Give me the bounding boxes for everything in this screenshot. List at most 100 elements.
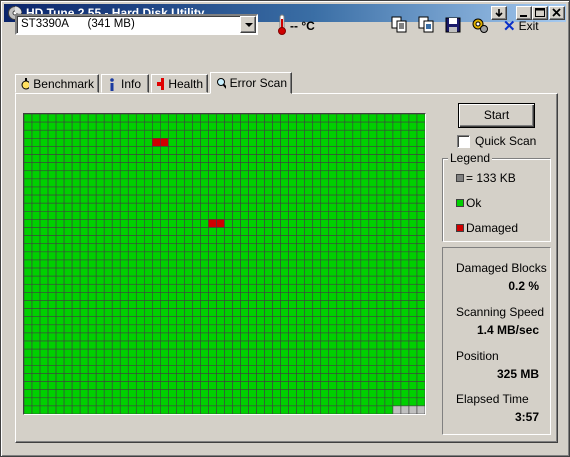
scan-block-ok	[119, 389, 129, 399]
scan-block-ok	[63, 316, 73, 326]
scan-block-ok	[144, 162, 153, 172]
scan-block-ok	[160, 227, 169, 236]
scan-block-ok	[280, 227, 289, 236]
damaged-blocks-label: Damaged Blocks	[456, 261, 547, 275]
scan-block-ok	[71, 194, 81, 204]
scan-block-ok	[344, 162, 354, 172]
scan-block-ok	[200, 219, 209, 228]
quick-scan-checkbox[interactable]	[457, 134, 470, 148]
tab-info[interactable]: Info	[101, 74, 149, 93]
scan-block-ok	[248, 332, 257, 342]
drive-select[interactable]: ST3390A (341 MB)	[15, 14, 258, 35]
scan-block-ok	[344, 300, 354, 309]
scan-block-ok	[176, 146, 185, 155]
quick-scan-option[interactable]: Quick Scan	[457, 134, 536, 148]
scan-block-ok	[296, 283, 305, 293]
scan-block-ok	[39, 227, 49, 236]
scan-block-ok	[320, 283, 330, 293]
scan-block-ok	[344, 235, 354, 245]
scan-block-ok	[256, 373, 265, 382]
scan-block-ok	[135, 170, 145, 180]
scan-block-ok	[336, 267, 346, 277]
scan-block-ok	[256, 202, 265, 212]
scan-block-ok	[240, 259, 249, 269]
scan-block-ok	[216, 397, 225, 407]
scan-block-ok	[192, 146, 201, 155]
scan-block-ok	[264, 381, 273, 390]
scan-block-ok	[272, 121, 281, 131]
copy-text-icon[interactable]	[389, 15, 409, 35]
scan-block-ok	[31, 178, 41, 188]
scan-block-ok	[304, 405, 314, 414]
scan-block-ok	[304, 316, 314, 326]
scan-block-ok	[416, 267, 425, 277]
tab-health[interactable]: Health	[151, 74, 208, 93]
scan-block-ok	[288, 251, 297, 261]
scan-block-ok	[127, 186, 137, 196]
scan-block-ok	[360, 283, 370, 293]
scan-block-ok	[248, 292, 257, 301]
scan-block-ok	[256, 121, 265, 131]
scan-block-ok	[95, 202, 105, 212]
scan-block-ok	[360, 154, 370, 163]
save-icon[interactable]	[443, 15, 463, 35]
scan-block-ok	[344, 259, 354, 269]
scan-block-ok	[352, 121, 362, 131]
scan-block-ok	[256, 170, 265, 180]
scan-block-ok	[79, 259, 89, 269]
scan-block-ok	[296, 178, 305, 188]
scan-block-ok	[39, 324, 49, 334]
elapsed-time-value: 3:57	[514, 410, 539, 424]
scan-block-ok	[360, 186, 370, 196]
options-icon[interactable]	[470, 15, 490, 35]
scan-block-ok	[352, 348, 362, 358]
scan-block-ok	[360, 227, 370, 236]
scan-block-ok	[184, 308, 193, 317]
scan-block-ok	[144, 146, 153, 155]
scan-block-ok	[71, 332, 81, 342]
scan-block-ok	[400, 283, 410, 293]
scan-block-ok	[248, 186, 257, 196]
scan-block-ok	[256, 300, 265, 309]
scan-block-ok	[24, 170, 33, 180]
copy-screenshot-icon[interactable]	[416, 15, 436, 35]
tab-benchmark[interactable]: Benchmark	[15, 74, 99, 93]
scan-block-ok	[248, 283, 257, 293]
scan-block-ok	[304, 186, 314, 196]
scan-block-ok	[408, 121, 418, 131]
tab-error-scan[interactable]: Error Scan	[210, 72, 292, 94]
scan-block-ok	[264, 300, 273, 309]
scan-block-ok	[272, 154, 281, 163]
scan-block-ok	[336, 316, 346, 326]
scan-block-ok	[87, 356, 97, 366]
scan-block-ok	[144, 219, 153, 228]
scan-block-ok	[312, 227, 322, 236]
scan-block-ok	[39, 170, 49, 180]
scan-block-ok	[160, 121, 169, 131]
dropdown-arrow-icon[interactable]	[240, 16, 256, 33]
scan-block-ok	[344, 211, 354, 220]
scan-block-ok	[304, 146, 314, 155]
scan-block-ok	[216, 381, 225, 390]
scan-block-ok	[400, 324, 410, 334]
close-button[interactable]	[549, 6, 565, 20]
scan-block-ok	[392, 211, 402, 220]
scan-block-ok	[320, 397, 330, 407]
scan-block-ok	[232, 259, 241, 269]
scan-block-ok	[400, 259, 410, 269]
scan-block-ok	[135, 202, 145, 212]
scan-block-ok	[224, 365, 233, 374]
scan-block-ok	[184, 324, 193, 334]
scan-block-ok	[176, 162, 185, 172]
legend-damaged-label: Damaged	[466, 221, 519, 235]
scan-block-ok	[408, 146, 418, 155]
scan-block-ok	[392, 194, 402, 204]
scan-block-ok	[408, 292, 418, 301]
scan-block-ok	[184, 365, 193, 374]
scan-block-ok	[160, 170, 169, 180]
scan-block-ok	[384, 259, 394, 269]
scan-block-ok	[368, 186, 378, 196]
scan-block-ok	[280, 316, 289, 326]
exit-button[interactable]: ✕ Exit	[503, 16, 539, 36]
start-button[interactable]: Start	[458, 103, 535, 128]
